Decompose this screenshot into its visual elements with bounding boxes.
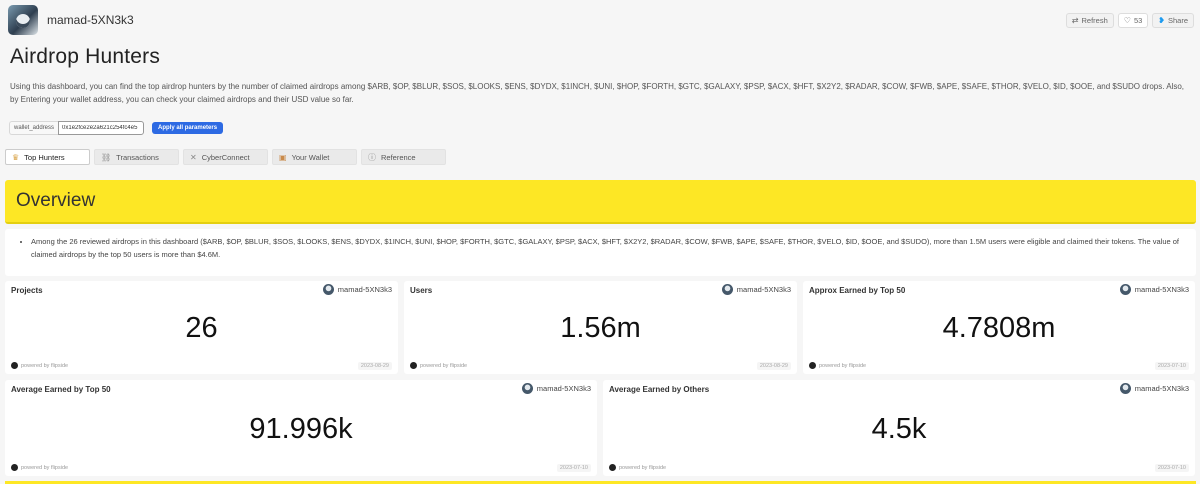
- top-actions: ⇄ Refresh ♡ 53 ❥ Share: [1065, 12, 1194, 28]
- author-name: mamad-5XN3k3: [337, 285, 392, 294]
- card-title: Approx Earned by Top 50: [809, 286, 906, 295]
- apply-parameters-button[interactable]: Apply all parameters: [152, 122, 224, 134]
- powered-label: powered by flipside: [21, 362, 69, 369]
- author-name: mamad-5XN3k3: [736, 285, 791, 294]
- author-avatar: [721, 284, 733, 295]
- share-button[interactable]: ❥ Share: [1152, 12, 1194, 28]
- wallet-address-input[interactable]: [58, 121, 145, 135]
- tab-label: Transactions: [116, 152, 159, 162]
- info-icon: ⓘ: [368, 152, 376, 162]
- card-value: 26: [185, 312, 218, 344]
- twitter-icon: ❥: [1158, 15, 1165, 25]
- author-avatar: [1119, 284, 1131, 295]
- powered-label: powered by flipside: [619, 464, 667, 471]
- overview-list: Among the 26 reviewed airdrops in this d…: [21, 236, 1184, 261]
- tab-label: Your Wallet: [291, 152, 330, 162]
- card-value: 1.56m: [560, 312, 641, 344]
- tab-transactions[interactable]: ⛓ Transactions: [94, 149, 179, 165]
- card-title: Projects: [11, 286, 43, 295]
- card-author[interactable]: mamad-5XN3k3: [1119, 383, 1189, 394]
- metric-card-approx-earned-top-50: Approx Earned by Top 50 mamad-5XN3k3 4.7…: [803, 281, 1195, 374]
- card-title: Average Earned by Others: [609, 385, 710, 394]
- card-value: 91.996k: [249, 413, 353, 445]
- card-value: 4.7808m: [942, 312, 1056, 344]
- flipside-icon: [11, 464, 18, 471]
- flipside-icon: [11, 362, 18, 369]
- card-author[interactable]: mamad-5XN3k3: [521, 383, 591, 394]
- wallet-address-label: wallet_address: [9, 121, 59, 135]
- owner-name[interactable]: mamad-5XN3k3: [47, 13, 134, 27]
- card-author[interactable]: mamad-5XN3k3: [721, 284, 791, 295]
- card-date: 2023-07-10: [556, 464, 591, 472]
- like-count: 53: [1133, 15, 1143, 25]
- metric-card-projects: Projects mamad-5XN3k3 26 powered by flip…: [5, 281, 398, 374]
- card-title: Average Earned by Top 50: [11, 385, 111, 394]
- refresh-button[interactable]: ⇄ Refresh: [1065, 12, 1114, 28]
- flipside-icon: [809, 362, 816, 369]
- author-name: mamad-5XN3k3: [1134, 384, 1189, 393]
- dashboard-title: Airdrop Hunters: [10, 45, 161, 68]
- powered-by-flipside[interactable]: powered by flipside: [11, 464, 68, 471]
- author-name: mamad-5XN3k3: [1134, 285, 1189, 294]
- metric-card-users: Users mamad-5XN3k3 1.56m powered by flip…: [404, 281, 797, 374]
- parameters-bar: wallet_address Apply all parameters: [9, 121, 224, 135]
- heart-icon: ♡: [1123, 15, 1131, 25]
- powered-label: powered by flipside: [21, 464, 69, 471]
- cross-icon: ✕: [190, 152, 197, 162]
- metric-card-average-earned-top-50: Average Earned by Top 50 mamad-5XN3k3 91…: [5, 380, 597, 476]
- owner-avatar[interactable]: [8, 5, 38, 35]
- overview-heading: Overview: [16, 190, 96, 211]
- tab-reference[interactable]: ⓘ Reference: [361, 149, 446, 165]
- tab-label: Reference: [381, 152, 416, 162]
- card-date: 2023-08-29: [756, 362, 791, 370]
- tab-bar: ♛ Top Hunters ⛓ Transactions ✕ CyberConn…: [5, 149, 446, 165]
- overview-text-panel: Among the 26 reviewed airdrops in this d…: [5, 229, 1196, 276]
- overview-banner: Overview: [5, 180, 1196, 224]
- powered-label: powered by flipside: [420, 362, 468, 369]
- powered-by-flipside[interactable]: powered by flipside: [410, 362, 467, 369]
- tab-label: Top Hunters: [24, 152, 65, 162]
- crown-icon: ♛: [12, 152, 20, 162]
- card-date: 2023-07-10: [1154, 362, 1189, 370]
- author-avatar: [521, 383, 533, 394]
- card-date: 2023-07-10: [1154, 464, 1189, 472]
- card-title: Users: [410, 286, 433, 295]
- refresh-label: Refresh: [1081, 15, 1108, 25]
- powered-label: powered by flipside: [819, 362, 867, 369]
- metric-card-average-earned-others: Average Earned by Others mamad-5XN3k3 4.…: [603, 380, 1195, 476]
- powered-by-flipside[interactable]: powered by flipside: [809, 362, 866, 369]
- tab-your-wallet[interactable]: ▣ Your Wallet: [272, 149, 357, 165]
- top-bar: mamad-5XN3k3 ⇄ Refresh ♡ 53 ❥ Share: [8, 4, 1194, 36]
- refresh-icon: ⇄: [1071, 15, 1079, 25]
- link-icon: ⛓: [101, 152, 112, 162]
- card-value: 4.5k: [871, 413, 927, 445]
- author-avatar: [322, 284, 334, 295]
- card-author[interactable]: mamad-5XN3k3: [1119, 284, 1189, 295]
- powered-by-flipside[interactable]: powered by flipside: [11, 362, 68, 369]
- flipside-icon: [410, 362, 417, 369]
- card-author[interactable]: mamad-5XN3k3: [322, 284, 392, 295]
- like-button[interactable]: ♡ 53: [1117, 12, 1149, 28]
- flipside-icon: [609, 464, 616, 471]
- tab-top-hunters[interactable]: ♛ Top Hunters: [5, 149, 90, 165]
- tab-label: CyberConnect: [201, 152, 250, 162]
- share-label: Share: [1167, 15, 1188, 25]
- wallet-icon: ▣: [279, 152, 287, 162]
- author-avatar: [1119, 383, 1131, 394]
- tab-cyberconnect[interactable]: ✕ CyberConnect: [183, 149, 268, 165]
- powered-by-flipside[interactable]: powered by flipside: [609, 464, 666, 471]
- author-name: mamad-5XN3k3: [536, 384, 591, 393]
- card-date: 2023-08-29: [357, 362, 392, 370]
- overview-bullet: Among the 26 reviewed airdrops in this d…: [31, 236, 1184, 261]
- dashboard-description: Using this dashboard, you can find the t…: [10, 82, 1185, 104]
